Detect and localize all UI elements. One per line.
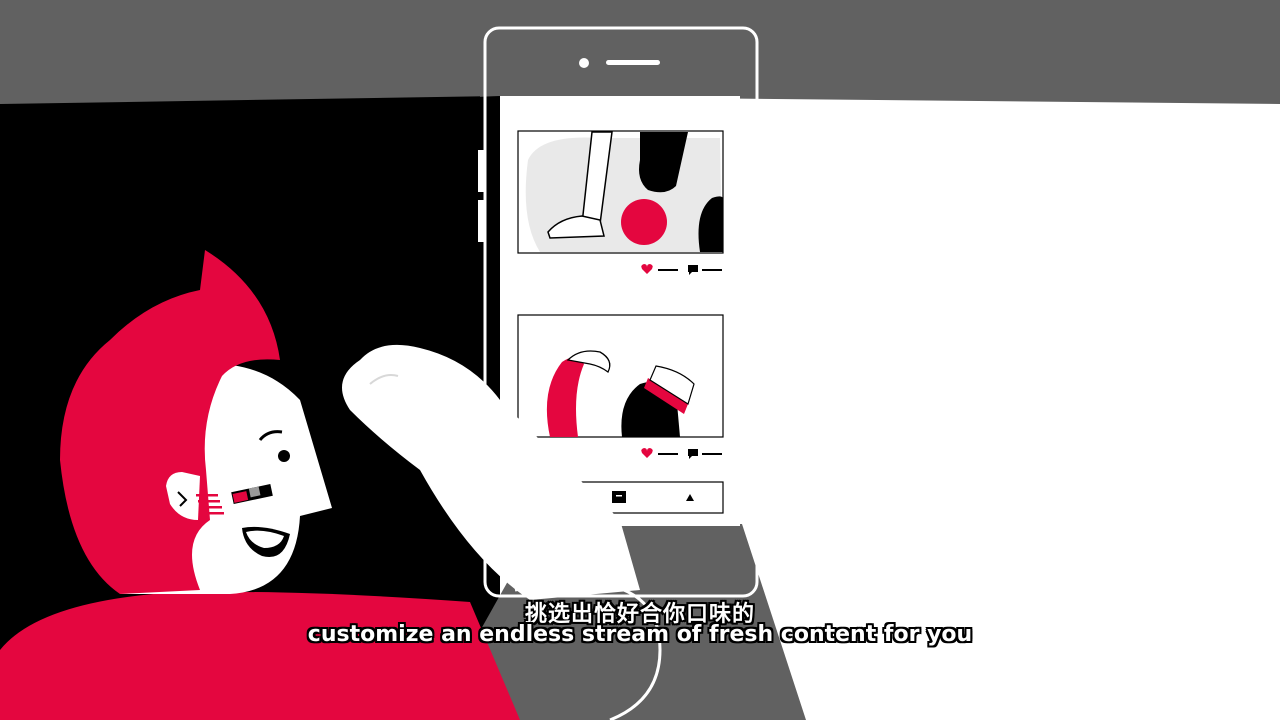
comment-count-bar — [702, 269, 722, 271]
feed-post-2[interactable] — [517, 314, 724, 438]
feed-post-1[interactable] — [517, 130, 724, 254]
like-count-bar-2 — [658, 453, 678, 455]
top-gray-band — [0, 0, 1280, 110]
add-post-icon-plus — [616, 495, 622, 497]
phone-speaker — [606, 60, 660, 65]
post-1-red-ball — [621, 199, 667, 245]
comment-count-bar-2 — [702, 453, 722, 455]
phone-side-button — [478, 150, 486, 192]
subtitle-english: customize an endless stream of fresh con… — [307, 622, 973, 647]
like-count-bar — [658, 269, 678, 271]
phone-side-button-2 — [478, 200, 486, 242]
add-post-icon[interactable] — [612, 491, 626, 503]
eye — [278, 450, 290, 462]
phone-camera — [579, 58, 589, 68]
